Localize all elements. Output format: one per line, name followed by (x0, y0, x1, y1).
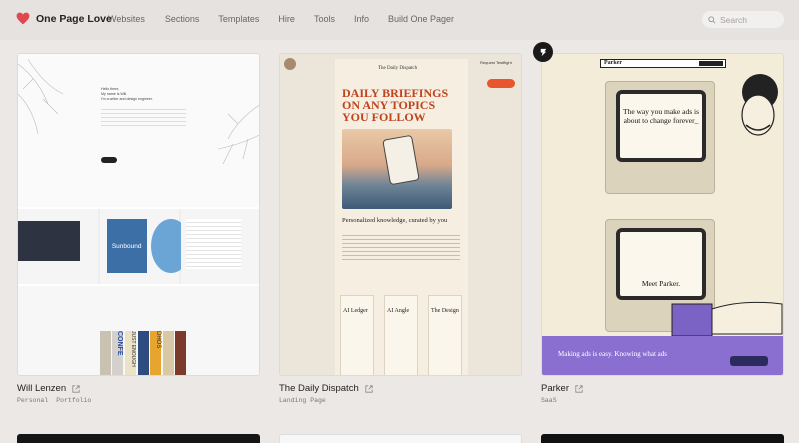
heart-icon (16, 12, 30, 25)
will-bookshelf: CONFE JUST ENOUGH DHOS (18, 286, 259, 375)
dispatch-masthead: The Daily Dispatch (378, 66, 418, 71)
parker-screen-2: Meet Parker. (616, 228, 706, 300)
parker-nav: Parker (600, 59, 726, 68)
dispatch-card-1: AI Ledger (340, 295, 374, 375)
tag[interactable]: Personal (17, 397, 48, 404)
project-tile-dark (18, 209, 98, 284)
dispatch-card-2: AI Angle (384, 295, 418, 375)
nav-build-one-pager[interactable]: Build One Pager (388, 14, 454, 24)
external-link-icon[interactable] (72, 384, 80, 393)
featured-badge-icon (533, 42, 553, 62)
external-link-icon[interactable] (365, 384, 373, 393)
project-tile-sunbound: Sunbound (99, 209, 191, 284)
nav-info[interactable]: Info (354, 14, 369, 24)
search-input[interactable] (720, 14, 780, 25)
card-title[interactable]: Will Lenzen (17, 383, 66, 394)
dispatch-cta-button (487, 79, 515, 88)
brand-name: One Page Love (36, 12, 112, 25)
nav-sections[interactable]: Sections (165, 14, 200, 24)
card-title-row-parker[interactable]: Parker (541, 383, 583, 394)
parker-mascot (741, 74, 778, 136)
preview-next-2[interactable] (279, 434, 522, 443)
dispatch-cta-label: Request Testflight (480, 60, 512, 65)
search-icon (708, 15, 716, 24)
nav-websites[interactable]: Websites (108, 14, 145, 24)
nav-tools[interactable]: Tools (314, 14, 335, 24)
nav-templates[interactable]: Templates (218, 14, 259, 24)
tree-branch-right (217, 105, 259, 165)
preview-daily-dispatch[interactable]: The Daily Dispatch DAILY BRIEFINGS ON AN… (279, 53, 522, 376)
nav-hire[interactable]: Hire (278, 14, 295, 24)
tag[interactable]: SaaS (541, 397, 557, 404)
dispatch-avatar (284, 58, 296, 70)
parker-monitor: The way you make ads is about to change … (605, 81, 715, 194)
search-box[interactable] (702, 11, 784, 28)
card-title-row-dispatch[interactable]: The Daily Dispatch (279, 383, 373, 394)
dispatch-subhead: Personalized knowledge, curated by you (342, 217, 448, 224)
preview-will-lenzen[interactable]: Hello there, My name is Will. I'm a writ… (17, 53, 260, 376)
parker-screen: The way you make ads is about to change … (616, 90, 706, 162)
parker-hero: Parker The way you make ads is about to … (542, 54, 783, 214)
top-header: One Page Love Websites Sections Template… (0, 0, 799, 40)
preview-next-1[interactable] (17, 434, 260, 443)
card-title[interactable]: The Daily Dispatch (279, 383, 359, 394)
dispatch-card-3: The Design (428, 295, 462, 375)
dispatch-hero-image (342, 129, 452, 209)
will-hero: Hello there, My name is Will. I'm a writ… (18, 54, 259, 207)
will-contact-button (101, 157, 117, 163)
card-title[interactable]: Parker (541, 383, 569, 394)
gallery: Hello there, My name is Will. I'm a writ… (0, 40, 799, 443)
parker-hand-floppy (671, 301, 783, 336)
dispatch-headline: DAILY BRIEFINGS ON ANY TOPICS YOU FOLLOW (342, 86, 449, 124)
card-tags-dispatch: Landing Page (279, 397, 326, 404)
will-intro-text: Hello there, My name is Will. I'm a writ… (101, 87, 191, 126)
brand-logo[interactable]: One Page Love (16, 12, 112, 25)
parker-section: Meet Parker. (542, 216, 783, 336)
tag[interactable]: Portfolio (56, 397, 91, 404)
project-tile-table (181, 209, 259, 284)
main-nav: Websites Sections Templates Hire Tools I… (108, 14, 473, 24)
tag[interactable]: Landing Page (279, 397, 326, 404)
parker-purple-band: Making ads is easy. Knowing what ads (542, 336, 783, 375)
preview-next-3[interactable] (541, 434, 784, 443)
external-link-icon[interactable] (575, 384, 583, 393)
card-title-row-will[interactable]: Will Lenzen (17, 383, 80, 394)
card-tags-parker: SaaS (541, 397, 557, 404)
tree-branch-left (18, 58, 64, 135)
will-project-grid: Sunbound (18, 209, 259, 284)
preview-parker[interactable]: Parker The way you make ads is about to … (541, 53, 784, 376)
dispatch-columns (342, 232, 460, 262)
card-tags-will: Personal Portfolio (17, 397, 91, 404)
